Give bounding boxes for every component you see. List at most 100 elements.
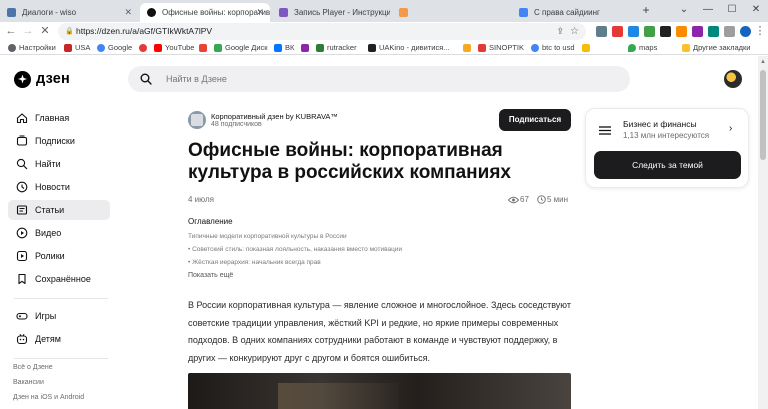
extension-icon[interactable] <box>660 26 671 37</box>
footer-link-apps[interactable]: Дзен на iOS и Android <box>13 394 84 401</box>
user-avatar[interactable] <box>724 70 742 88</box>
browser-tab[interactable]: С права сайдиинг <box>512 3 630 22</box>
channel-avatar[interactable] <box>188 111 206 129</box>
sidebar-item-subscriptions[interactable]: Подписки <box>8 131 110 151</box>
channel-name[interactable]: Корпоративный дзен by KUBRAVA™ <box>211 112 338 121</box>
sidebar-item-label: Найти <box>35 159 61 169</box>
follow-topic-button[interactable]: Следить за темой <box>594 151 741 179</box>
player-favicon-icon <box>279 8 288 17</box>
extension-icon[interactable] <box>596 26 607 37</box>
bookmark-item[interactable] <box>582 42 593 54</box>
page-scrollbar[interactable]: ▲ <box>758 56 768 409</box>
sidebar-item-search[interactable]: Найти <box>8 154 110 174</box>
article-body: В России корпоративная культура — явлени… <box>188 300 571 363</box>
sidebar-item-label: Главная <box>35 113 70 123</box>
shorts-icon <box>16 250 28 262</box>
articles-icon <box>16 205 28 215</box>
bookmark-star-icon[interactable]: ☆ <box>570 23 579 40</box>
sidebar-item-games[interactable]: Игры <box>8 306 110 326</box>
bookmark-item[interactable] <box>463 42 474 54</box>
back-arrow-icon[interactable]: ← <box>4 24 18 38</box>
bookmark-item[interactable]: Google <box>97 42 132 54</box>
sidebar-item-saved[interactable]: Сохранённое <box>8 269 110 289</box>
browser-tab-active[interactable]: Офисные войны: корпоратив ✕ <box>140 3 270 22</box>
subscribe-button[interactable]: Подписаться <box>499 109 571 131</box>
browser-tab[interactable]: Запись Player - Инструкции <box>272 3 390 22</box>
bookmark-label: rutracker <box>327 43 357 52</box>
lock-icon[interactable]: 🔒 <box>65 23 74 40</box>
bookmark-item[interactable]: Настройки <box>8 42 56 54</box>
stop-loading-icon[interactable]: ✕ <box>38 24 52 38</box>
browser-menu-icon[interactable]: ⋮ <box>754 24 766 38</box>
dzen-logo-icon <box>14 70 31 88</box>
extension-icon[interactable] <box>628 26 639 37</box>
rutracker-icon <box>316 44 324 52</box>
kids-icon <box>16 333 28 345</box>
scrollbar-thumb[interactable] <box>760 70 766 160</box>
search-input[interactable] <box>166 66 606 92</box>
forward-arrow-icon[interactable]: → <box>21 24 35 38</box>
news-icon <box>16 181 28 193</box>
close-tab-icon[interactable]: ✕ <box>124 3 132 22</box>
topic-followers: 1,13 млн интересуются <box>623 131 710 140</box>
address-bar[interactable]: 🔒 https://dzen.ru/a/aGf/GTIkWktA7lPV ⇪ ☆ <box>58 23 586 40</box>
bookmark-item[interactable]: YouTube <box>154 42 194 54</box>
sidebar-item-shorts[interactable]: Ролики <box>8 246 110 266</box>
gamepad-icon <box>16 312 28 320</box>
google-icon <box>531 44 539 52</box>
topic-card[interactable]: Бизнес и финансы 1,13 млн интересуются ›… <box>585 108 749 188</box>
search-bar[interactable] <box>128 66 630 92</box>
bookmark-item[interactable]: Другие закладки <box>682 42 750 54</box>
minimize-button[interactable]: — <box>696 0 720 22</box>
share-icon[interactable]: ⇪ <box>556 23 564 40</box>
extension-icon[interactable] <box>708 26 719 37</box>
bookmark-item[interactable] <box>139 42 150 54</box>
bookmark-item[interactable]: rutracker <box>316 42 357 54</box>
footer-link-jobs[interactable]: Вакансии <box>13 379 44 386</box>
sidebar-item-label: Видео <box>35 228 62 238</box>
footer-link-about[interactable]: Всё о Дзене <box>13 364 53 371</box>
browser-tab[interactable]: Диалоги - wiso ✕ <box>0 3 138 22</box>
bookmark-item[interactable]: SINOPTIK <box>478 42 524 54</box>
toc-item[interactable]: • Жёсткая иерархия: начальник всегда пра… <box>188 259 321 266</box>
scroll-up-arrow-icon[interactable]: ▲ <box>760 59 766 65</box>
extension-icon[interactable] <box>692 26 703 37</box>
chevron-right-icon[interactable]: › <box>729 123 732 134</box>
search-icon <box>140 73 152 85</box>
bookmark-item[interactable]: maps <box>628 42 657 54</box>
sidebar-item-video[interactable]: Видео <box>8 223 110 243</box>
bookmark-item[interactable]: btc to usd <box>531 42 575 54</box>
bookmark-item[interactable] <box>199 42 210 54</box>
sidebar-item-label: Игры <box>35 311 57 321</box>
extension-icon[interactable] <box>644 26 655 37</box>
sidebar-item-news[interactable]: Новости <box>8 177 110 197</box>
bookmark-item[interactable]: ВК <box>274 42 294 54</box>
sidebar-item-kids[interactable]: Детям <box>8 329 110 349</box>
bookmark-label: SINOPTIK <box>489 43 525 52</box>
dzen-logo[interactable]: дзен <box>14 69 70 89</box>
bookmark-item[interactable]: UAKino - дивитися... <box>368 42 450 54</box>
bookmarks-bar: Настройки USA Google YouTube Google Диск… <box>0 41 768 55</box>
subscriptions-icon <box>16 135 28 146</box>
toc-item[interactable]: • Советский стиль: показная лояльность, … <box>188 246 402 253</box>
article-title: Офисные войны: корпоративная культура в … <box>188 140 511 183</box>
sidebar-item-label: Детям <box>35 334 61 344</box>
new-tab-button[interactable]: + <box>634 0 658 22</box>
puzzle-extensions-icon[interactable] <box>724 26 735 37</box>
browser-tab[interactable] <box>392 3 510 22</box>
bookmark-item[interactable]: USA <box>64 42 90 54</box>
toc-show-more-link[interactable]: Показать ещё <box>188 272 233 279</box>
tab-search-icon[interactable]: ⌄ <box>672 0 696 22</box>
close-tab-icon[interactable]: ✕ <box>256 3 264 22</box>
bookmark-item[interactable]: Google Диск <box>214 42 268 54</box>
sidebar-item-label: Сохранённое <box>35 274 91 284</box>
extension-icon[interactable] <box>612 26 623 37</box>
close-window-button[interactable]: ✕ <box>744 0 768 22</box>
profile-avatar-icon[interactable] <box>740 26 751 37</box>
extension-icon[interactable] <box>676 26 687 37</box>
maximize-button[interactable]: ☐ <box>720 0 744 22</box>
sidebar-item-home[interactable]: Главная <box>8 108 110 128</box>
bookmark-item[interactable] <box>301 42 312 54</box>
toc-item[interactable]: Типичные модели корпоративной культуры в… <box>188 233 347 240</box>
sidebar-item-articles[interactable]: Статьи <box>8 200 110 220</box>
